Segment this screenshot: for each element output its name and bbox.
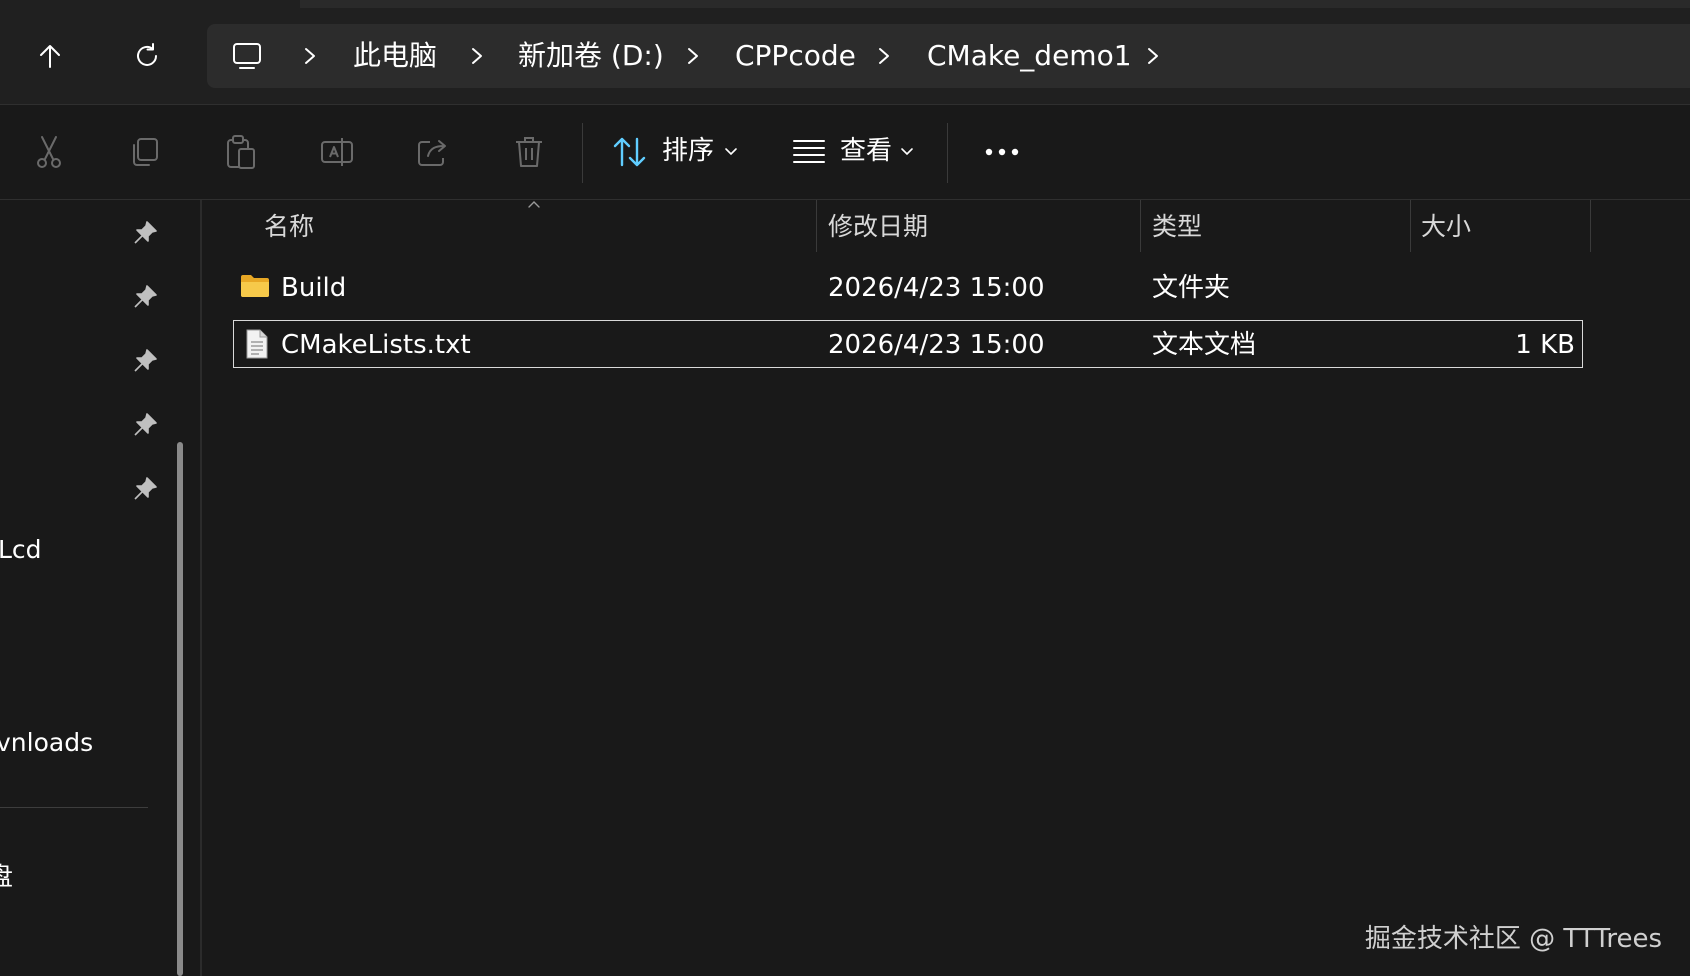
clipboard-icon [227,135,255,169]
watermark-text: 掘金技术社区 @ TTTrees [1364,924,1662,954]
share-button[interactable] [413,132,453,172]
breadcrumb-drive-d[interactable]: 新加卷 (D:) [518,24,664,88]
delete-button[interactable] [509,132,549,172]
chevron-down-icon [725,148,737,156]
column-separator[interactable] [1590,200,1591,252]
chevron-right-icon[interactable] [1142,44,1164,68]
refresh-icon [137,43,157,66]
arrow-up-icon [40,45,60,68]
column-header-name[interactable]: 名称 [264,202,314,252]
chevron-right-icon[interactable] [682,44,704,68]
sidebar-item-downloads[interactable]: vnloads [0,728,93,757]
chevron-right-icon[interactable] [299,44,321,68]
scissors-icon [37,136,61,168]
refresh-button[interactable] [117,26,177,86]
text-file-icon [246,329,268,359]
this-pc-icon [233,43,261,69]
column-separator[interactable] [1140,200,1141,252]
view-label: 查看 [840,136,893,166]
tab-strip-edge [300,0,1690,8]
file-modified: 2026/4/23 15:00 [828,330,1045,360]
address-bar[interactable]: 此电脑 新加卷 (D:) CPPcode CMake_demo1 [207,24,1690,88]
column-header-size[interactable]: 大小 [1421,202,1471,252]
file-name: CMakeLists.txt [281,330,471,360]
breadcrumb-cppcode[interactable]: CPPcode [735,24,856,88]
file-row-selected[interactable]: CMakeLists.txt 2026/4/23 15:00 文本文档 1 KB [233,320,1583,368]
more-icon [985,148,1019,156]
pin-icon[interactable] [132,412,158,438]
folder-icon [241,275,269,297]
column-separator[interactable] [816,200,817,252]
sidebar-divider [0,807,148,808]
sidebar-scrollbar[interactable] [177,442,183,976]
paste-button[interactable] [221,132,261,172]
share-icon [418,140,446,166]
sidebar-item-lcd[interactable]: Lcd [0,535,42,564]
column-header-type[interactable]: 类型 [1152,202,1202,252]
pane-border [200,200,202,976]
navigation-pane: Lcd vnloads 盘 [0,200,200,976]
file-type: 文本文档 [1152,330,1257,360]
more-options-button[interactable] [977,132,1027,172]
chevron-right-icon[interactable] [466,44,488,68]
file-size: 1 KB [1515,330,1575,360]
rename-button[interactable] [317,132,357,172]
file-type: 文件夹 [1152,273,1231,303]
pin-icon[interactable] [132,284,158,310]
command-bar: 排序 查看 [0,105,1690,199]
sort-button[interactable]: 排序 [612,105,742,199]
up-button[interactable] [20,26,80,86]
column-separator[interactable] [1410,200,1411,252]
sort-ascending-icon [528,201,540,208]
sidebar-item-drive[interactable]: 盘 [0,857,13,893]
divider [0,199,1690,200]
pin-icon[interactable] [132,476,158,502]
file-row[interactable]: Build 2026/4/23 15:00 文件夹 [233,264,1583,312]
sort-label: 排序 [662,136,715,166]
file-name: Build [281,273,347,303]
file-modified: 2026/4/23 15:00 [828,273,1045,303]
trash-icon [516,137,542,167]
chevron-right-icon[interactable] [873,44,895,68]
breadcrumb-this-pc[interactable]: 此电脑 [353,24,437,88]
pin-icon[interactable] [132,220,158,246]
breadcrumb-cmake-demo1[interactable]: CMake_demo1 [927,24,1132,88]
chevron-down-icon [901,148,913,156]
copy-button[interactable] [125,132,165,172]
list-view-icon [793,140,825,163]
column-header-modified[interactable]: 修改日期 [828,202,928,252]
rename-icon [321,138,353,166]
toolbar-separator [582,123,583,183]
toolbar-separator [947,123,948,183]
pin-icon[interactable] [132,348,158,374]
copy-icon [133,138,158,166]
view-button[interactable]: 查看 [792,105,922,199]
sort-icon [613,137,646,167]
cut-button[interactable] [29,132,69,172]
